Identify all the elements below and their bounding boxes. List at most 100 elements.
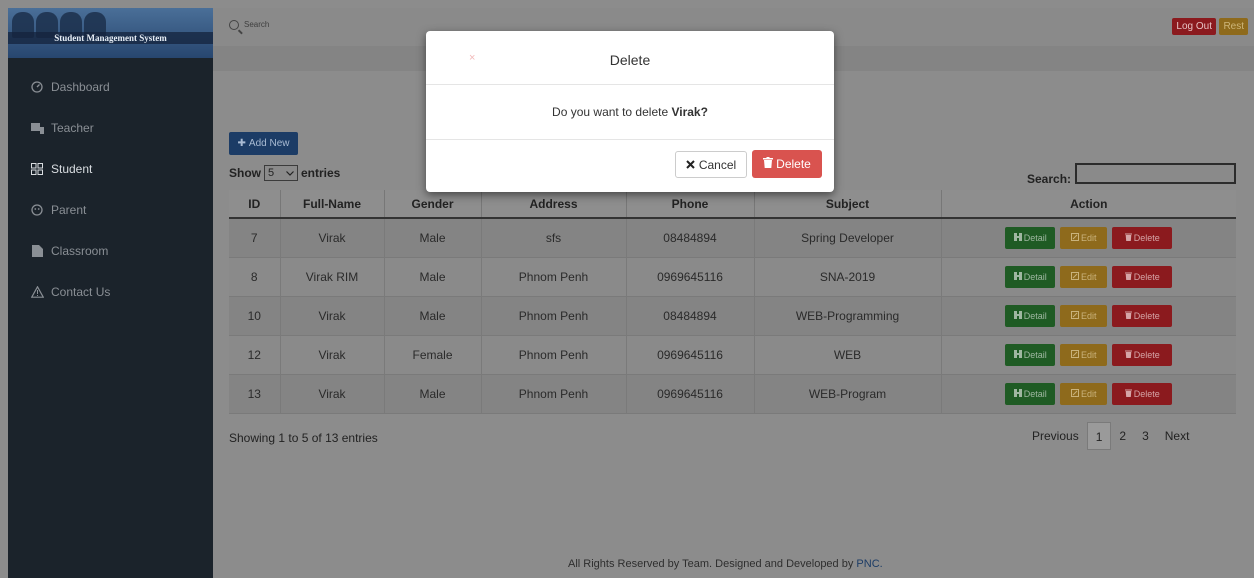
entries-select[interactable]: 5 <box>264 165 298 181</box>
sidebar: Student Management System Dashboard Teac… <box>8 8 213 578</box>
detail-button[interactable]: Detail <box>1005 304 1056 327</box>
footer-link[interactable]: PNC. <box>856 558 882 570</box>
delete-label: Delete <box>1133 388 1160 399</box>
sidebar-item-student[interactable]: Student <box>8 148 213 189</box>
column-header-full-name[interactable]: Full-Name <box>280 190 385 219</box>
sidebar-item-teacher[interactable]: Teacher <box>8 107 213 148</box>
detail-label: Detail <box>1023 388 1047 399</box>
pagination-page-2[interactable]: 2 <box>1111 422 1134 450</box>
detail-icon <box>1013 271 1022 282</box>
table-row: 8 Virak RIM Male Phnom Penh 0969645116 SNA-20… <box>229 257 1236 297</box>
cell-phone: 0969645116 <box>626 257 755 297</box>
edit-icon <box>1070 388 1079 399</box>
add-new-button[interactable]: ✚ Add New <box>229 132 298 155</box>
detail-icon <box>1013 232 1022 243</box>
detail-icon <box>1013 388 1022 399</box>
detail-button[interactable]: Detail <box>1005 382 1056 405</box>
trash-icon <box>1124 389 1132 399</box>
trash-icon <box>1124 350 1132 360</box>
delete-button[interactable]: Delete <box>1112 265 1173 288</box>
row-actions: Detail Edit Delete <box>1005 265 1173 288</box>
column-header-gender[interactable]: Gender <box>384 190 482 219</box>
edit-label: Edit <box>1080 310 1097 321</box>
cell-phone: 08484894 <box>626 218 755 258</box>
detail-button[interactable]: Detail <box>1005 226 1056 249</box>
column-header-phone[interactable]: Phone <box>626 190 755 219</box>
cell-id: 8 <box>229 257 281 297</box>
sidebar-nav: Dashboard Teacher Student Parent Classro… <box>8 66 213 312</box>
edit-icon <box>1070 349 1079 360</box>
add-new-label: Add New <box>248 138 290 149</box>
sidebar-item-label: Teacher <box>51 120 94 135</box>
search-icon[interactable] <box>229 20 239 30</box>
edit-button[interactable]: Edit <box>1060 226 1108 249</box>
cell-full-name: Virak <box>280 374 385 414</box>
column-header-address[interactable]: Address <box>481 190 627 219</box>
cell-full-name: Virak <box>280 335 385 375</box>
edit-button[interactable]: Edit <box>1060 343 1108 366</box>
table-header-row: ID Full-Name Gender Address Phone Subjec… <box>229 190 1236 219</box>
cell-id: 12 <box>229 335 281 375</box>
footer: All Rights Reserved by Team. Designed an… <box>568 558 883 570</box>
trash-icon <box>1124 311 1132 321</box>
cell-address: Phnom Penh <box>481 296 627 336</box>
cell-address: Phnom Penh <box>481 257 627 297</box>
edit-label: Edit <box>1080 271 1097 282</box>
cell-full-name: Virak RIM <box>280 257 385 297</box>
sidebar-item-label: Parent <box>51 202 87 217</box>
edit-icon <box>1070 232 1079 243</box>
cell-action: Detail Edit Delete <box>941 218 1236 258</box>
cell-address: Phnom Penh <box>481 374 627 414</box>
pagination-previous[interactable]: Previous <box>1024 422 1087 450</box>
edit-icon <box>1070 310 1079 321</box>
show-label: Show <box>229 166 261 180</box>
column-header-id[interactable]: ID <box>229 190 281 219</box>
edit-button[interactable]: Edit <box>1060 265 1108 288</box>
cell-address: Phnom Penh <box>481 335 627 375</box>
pagination-page-1[interactable]: 1 <box>1086 422 1112 450</box>
top-search-input[interactable]: Search <box>244 20 269 29</box>
table-search-label: Search: <box>1027 172 1072 186</box>
cell-action: Detail Edit Delete <box>941 335 1236 375</box>
sidebar-item-contact-us[interactable]: Contact Us <box>8 271 213 312</box>
student-table: ID Full-Name Gender Address Phone Subjec… <box>229 190 1236 414</box>
detail-button[interactable]: Detail <box>1005 265 1056 288</box>
logout-button[interactable]: Log Out <box>1172 18 1216 35</box>
column-header-subject[interactable]: Subject <box>754 190 942 219</box>
entries-select-value: 5 <box>268 167 275 179</box>
table-row: 13 Virak Male Phnom Penh 0969645116 WEB-Progr… <box>229 374 1236 414</box>
sidebar-item-parent[interactable]: Parent <box>8 189 213 230</box>
delete-button[interactable]: Delete <box>1112 343 1173 366</box>
pagination-page-3[interactable]: 3 <box>1134 422 1157 450</box>
edit-label: Edit <box>1080 349 1097 360</box>
entries-length-control: Show 5 entries <box>229 165 340 181</box>
pagination-next[interactable]: Next <box>1157 422 1198 450</box>
delete-button[interactable]: Delete <box>1112 304 1173 327</box>
cancel-label: Cancel <box>698 157 737 172</box>
detail-label: Detail <box>1023 310 1047 321</box>
cell-gender: Female <box>384 335 482 375</box>
sidebar-item-dashboard[interactable]: Dashboard <box>8 66 213 107</box>
detail-icon <box>1013 310 1022 321</box>
cell-phone: 08484894 <box>626 296 755 336</box>
rest-button[interactable]: Rest <box>1219 18 1248 35</box>
detail-button[interactable]: Detail <box>1005 343 1056 366</box>
delete-label: Delete <box>1133 232 1160 243</box>
delete-label: Delete <box>1133 349 1160 360</box>
table-search-input[interactable] <box>1075 163 1236 184</box>
row-actions: Detail Edit Delete <box>1005 382 1173 405</box>
table-row: 10 Virak Male Phnom Penh 08484894 WEB-Program… <box>229 296 1236 336</box>
sidebar-item-classroom[interactable]: Classroom <box>8 230 213 271</box>
modal-footer: Cancel Delete <box>426 140 834 190</box>
detail-icon <box>1013 349 1022 360</box>
delete-button[interactable]: Delete <box>1112 382 1173 405</box>
cell-gender: Male <box>384 257 482 297</box>
modal-body: Do you want to delete Virak? <box>426 85 834 140</box>
delete-button[interactable]: Delete <box>1112 226 1173 249</box>
cancel-button[interactable]: Cancel <box>675 151 747 178</box>
edit-button[interactable]: Edit <box>1060 304 1108 327</box>
app-logo[interactable]: Student Management System <box>8 8 213 58</box>
confirm-delete-button[interactable]: Delete <box>752 150 822 178</box>
row-actions: Detail Edit Delete <box>1005 304 1173 327</box>
edit-button[interactable]: Edit <box>1060 382 1108 405</box>
